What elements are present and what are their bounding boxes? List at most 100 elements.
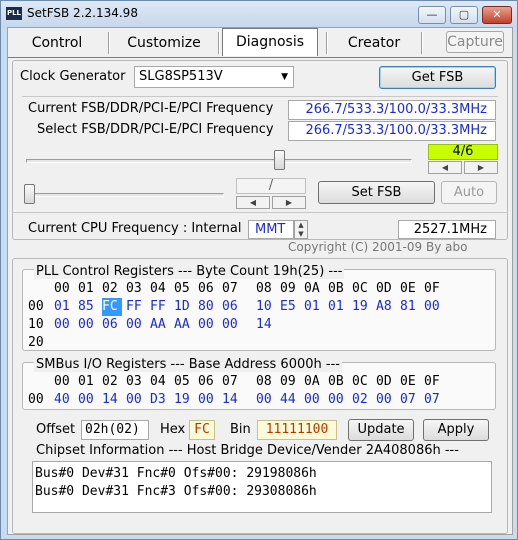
pll-register-grid[interactable]: 00 01 02 03 04 05 06 07 08 09 0A 0B 0C 0D 0E 0F 00 01 85 FC… [28,280,496,352]
register-cell[interactable]: 07 [424,391,448,409]
register-cell[interactable]: 02 [352,391,376,409]
register-cell[interactable]: 00 [256,391,280,409]
register-cell[interactable] [54,334,78,352]
register-cell[interactable]: 07 [400,391,424,409]
clock-generator-select[interactable]: SLG8SP513V ▼ [134,66,294,88]
ratio-up-button[interactable]: ▶ [464,161,498,174]
cpu-source-field[interactable]: MMT [248,220,294,239]
register-cell[interactable] [102,334,126,352]
register-cell[interactable]: 06 [222,298,246,316]
slider-thumb[interactable] [24,184,35,204]
register-cell[interactable]: 00 [424,298,448,316]
register-cell[interactable]: 40 [54,391,78,409]
register-cell[interactable] [198,334,222,352]
register-cell[interactable]: AA [174,316,198,334]
register-cell[interactable] [400,334,424,352]
register-cell[interactable] [256,334,280,352]
bin-field[interactable]: 11111100 [257,420,337,440]
register-cell[interactable]: E5 [280,298,304,316]
fraction-down-button[interactable]: ◀ [236,196,270,209]
ratio-down-button[interactable]: ◀ [428,161,462,174]
fraction-up-button[interactable]: ▶ [272,196,306,209]
get-fsb-button[interactable]: Get FSB [379,66,496,89]
register-cell[interactable] [280,334,304,352]
register-cell[interactable]: 00 [198,391,222,409]
smbus-register-grid[interactable]: 00 01 02 03 04 05 06 07 08 09 0A 0B 0C 0D 0E 0F 00 40 00 14… [28,373,496,409]
register-cell[interactable] [174,334,198,352]
register-cell[interactable] [304,316,328,334]
register-cell[interactable] [150,334,174,352]
register-cell[interactable] [352,334,376,352]
register-cell[interactable]: FF [126,298,150,316]
register-cell[interactable]: 80 [198,298,222,316]
maximize-button[interactable]: ▢ [450,6,478,24]
close-button[interactable]: ✕ [482,6,512,24]
register-row-address: 10 [28,317,44,332]
register-cell[interactable] [280,316,304,334]
register-cell[interactable]: 00 [78,391,102,409]
apply-button[interactable]: Apply [423,419,489,441]
register-cell[interactable] [328,316,352,334]
fsb-slider[interactable] [22,146,416,176]
set-fsb-button[interactable]: Set FSB [318,181,435,204]
register-cell[interactable]: 01 [328,298,352,316]
register-cell[interactable]: 14 [222,391,246,409]
register-cell[interactable]: 00 [222,316,246,334]
register-cell[interactable]: 14 [102,391,126,409]
update-button[interactable]: Update [348,419,414,441]
tab-diagnosis[interactable]: Diagnosis [222,28,318,56]
tab-control[interactable]: Control [12,30,102,56]
register-cell[interactable]: FF [150,298,174,316]
register-cell[interactable]: 01 [54,298,78,316]
slider-thumb[interactable] [273,150,285,170]
chipset-info-box[interactable]: Bus#0 Dev#31 Fnc#0 Ofs#00: 29198086h Bus… [32,461,492,513]
minimize-button[interactable]: — [418,6,446,24]
register-cell[interactable] [424,316,448,334]
register-cell[interactable]: 44 [280,391,304,409]
register-cell[interactable]: 1D [174,298,198,316]
register-cell[interactable]: FC [102,298,122,316]
register-cell[interactable]: 00 [126,316,150,334]
register-cell[interactable]: 06 [102,316,126,334]
register-cell[interactable]: 00 [376,391,400,409]
register-cell[interactable] [126,334,150,352]
register-column-label: 06 [198,281,214,296]
register-cell[interactable]: 00 [78,316,102,334]
register-cell[interactable] [304,334,328,352]
register-cell[interactable]: 81 [400,298,424,316]
register-cell[interactable]: 19 [352,298,376,316]
register-cell[interactable] [376,316,400,334]
register-cell[interactable]: D3 [150,391,174,409]
register-cell[interactable] [222,334,246,352]
register-cell[interactable] [376,334,400,352]
register-column-label: 07 [222,281,238,296]
register-cell[interactable]: 00 [198,316,222,334]
register-cell[interactable]: 85 [78,298,102,316]
title-bar[interactable]: PLL SetFSB 2.2.134.98 — ▢ ✕ [1,1,517,27]
register-cell[interactable]: 01 [304,298,328,316]
register-cell[interactable] [328,334,352,352]
register-cell[interactable]: 00 [328,391,352,409]
clock-generator-value: SLG8SP513V [139,69,223,84]
capture-button[interactable]: Capture [446,31,504,53]
register-cell[interactable]: 10 [256,298,280,316]
register-cell[interactable]: 00 [126,391,150,409]
tab-creator[interactable]: Creator [333,30,415,56]
register-cell[interactable]: 00 [304,391,328,409]
auto-button[interactable]: Auto [441,181,497,204]
register-cell[interactable] [352,316,376,334]
register-cell[interactable]: 19 [174,391,198,409]
register-cell[interactable]: 00 [54,316,78,334]
secondary-slider[interactable] [22,182,227,208]
hex-field[interactable]: FC [189,420,215,440]
register-cell[interactable] [424,334,448,352]
offset-field[interactable]: 02h(02) [81,420,149,440]
register-cell[interactable]: 14 [256,316,280,334]
register-cell[interactable] [400,316,424,334]
cpu-source-spinner[interactable]: ▲ ▼ [294,220,308,239]
register-cell[interactable]: AA [150,316,174,334]
register-cell[interactable] [78,334,102,352]
register-cell[interactable]: A8 [376,298,400,316]
register-column-label: 0E [400,374,416,389]
tab-customize[interactable]: Customize [114,30,214,56]
